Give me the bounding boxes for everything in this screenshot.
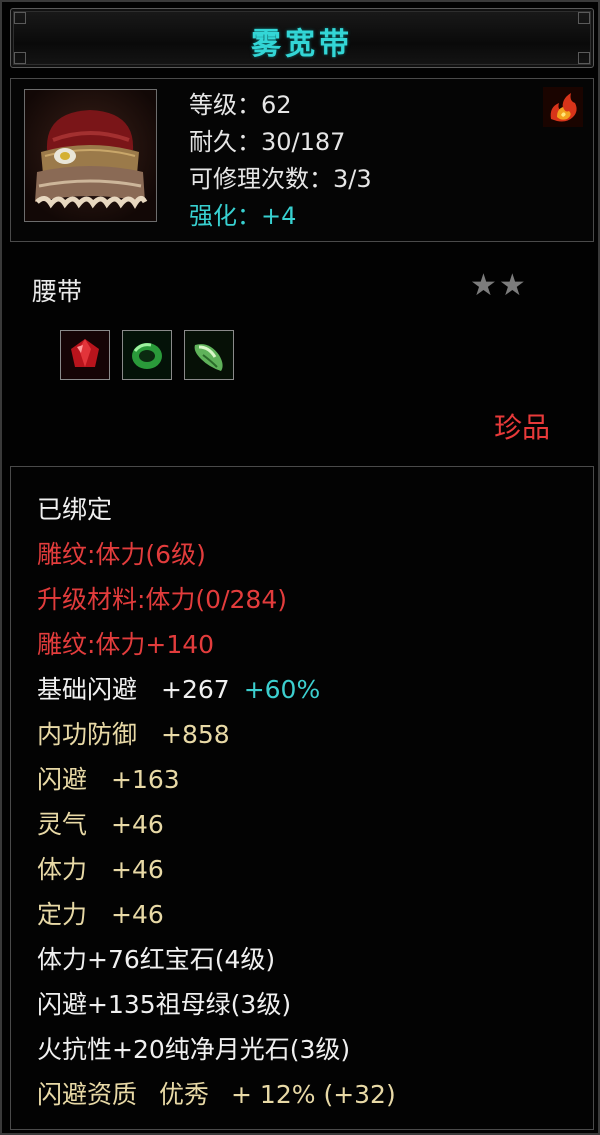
gem-socket-line: 火抗性+20纯净月光石(3级) — [37, 1035, 351, 1064]
fire-emblem-icon — [543, 87, 583, 127]
belt-icon[interactable] — [24, 89, 157, 222]
base-dodge-label: 基础闪避 — [37, 675, 138, 704]
gem-socket-line: 体力+76红宝石(4级) — [37, 945, 276, 974]
enhance-value: +4 — [261, 202, 297, 230]
base-dodge-line: 基础闪避 +267 +60% — [37, 667, 593, 712]
durability-stat: 耐久：30/187 — [189, 128, 346, 156]
spirit-label: 灵气 — [37, 810, 88, 839]
corner-ornament — [578, 52, 590, 64]
attribute-list: 已绑定 雕纹:体力(6级) 升级材料:体力(0/284) 雕纹:体力+140 基… — [10, 466, 594, 1130]
quality-grade: 优秀 — [159, 1080, 210, 1109]
engraving-bonus-line: 雕纹:体力+140 — [37, 630, 215, 659]
stamina-value: +46 — [111, 855, 164, 884]
item-type: 腰带 — [32, 277, 83, 306]
item-stats: 等级：62 耐久：30/187 可修理次数：3/3 强化：+4 — [189, 87, 372, 235]
star-rating: ★★ — [470, 268, 528, 303]
base-dodge-pct: +60% — [243, 675, 321, 704]
title-bar: 雾宽带 — [10, 8, 594, 68]
corner-ornament — [14, 52, 26, 64]
emerald-gem-icon[interactable] — [122, 330, 172, 380]
focus-label: 定力 — [37, 900, 88, 929]
corner-ornament — [14, 12, 26, 24]
focus-value: +46 — [111, 900, 164, 929]
moonstone-gem-icon[interactable] — [184, 330, 234, 380]
enhance-stat: 强化：+4 — [189, 198, 372, 235]
quality-label: 闪避资质 — [37, 1080, 138, 1109]
spirit-value: +46 — [111, 810, 164, 839]
dodge-value: +163 — [111, 765, 180, 794]
gem-socket-line: 闪避+135祖母绿(3级) — [37, 990, 292, 1019]
stamina-label: 体力 — [37, 855, 88, 884]
stamina-line: 体力 +46 — [37, 847, 593, 892]
inner-defense-value: +858 — [161, 720, 230, 749]
inner-defense-label: 内功防御 — [37, 720, 138, 749]
ruby-gem-icon[interactable] — [60, 330, 110, 380]
quality-line: 闪避资质 优秀 + 12% (+32) — [37, 1072, 593, 1117]
repair-count-stat: 可修理次数：3/3 — [189, 165, 372, 193]
engraving-line: 雕纹:体力(6级) — [37, 540, 206, 569]
bound-status: 已绑定 — [37, 495, 113, 524]
inner-defense-line: 内功防御 +858 — [37, 712, 593, 757]
item-tooltip-panel: 雾宽带 等级：62 耐久：30/187 可修理次数：3/3 强化：+4 腰带 ★… — [0, 0, 600, 1135]
item-header: 等级：62 耐久：30/187 可修理次数：3/3 强化：+4 — [10, 78, 594, 242]
enhance-label: 强化： — [189, 202, 261, 230]
rarity-label: 珍品 — [494, 411, 551, 444]
level-stat: 等级：62 — [189, 91, 292, 119]
base-dodge-value: +267 — [161, 675, 230, 704]
upgrade-material-line: 升级材料:体力(0/284) — [37, 585, 287, 614]
focus-line: 定力 +46 — [37, 892, 593, 937]
dodge-line: 闪避 +163 — [37, 757, 593, 802]
spirit-line: 灵气 +46 — [37, 802, 593, 847]
quality-value: + 12% (+32) — [231, 1080, 396, 1109]
dodge-label: 闪避 — [37, 765, 88, 794]
item-name: 雾宽带 — [251, 27, 353, 62]
corner-ornament — [578, 12, 590, 24]
